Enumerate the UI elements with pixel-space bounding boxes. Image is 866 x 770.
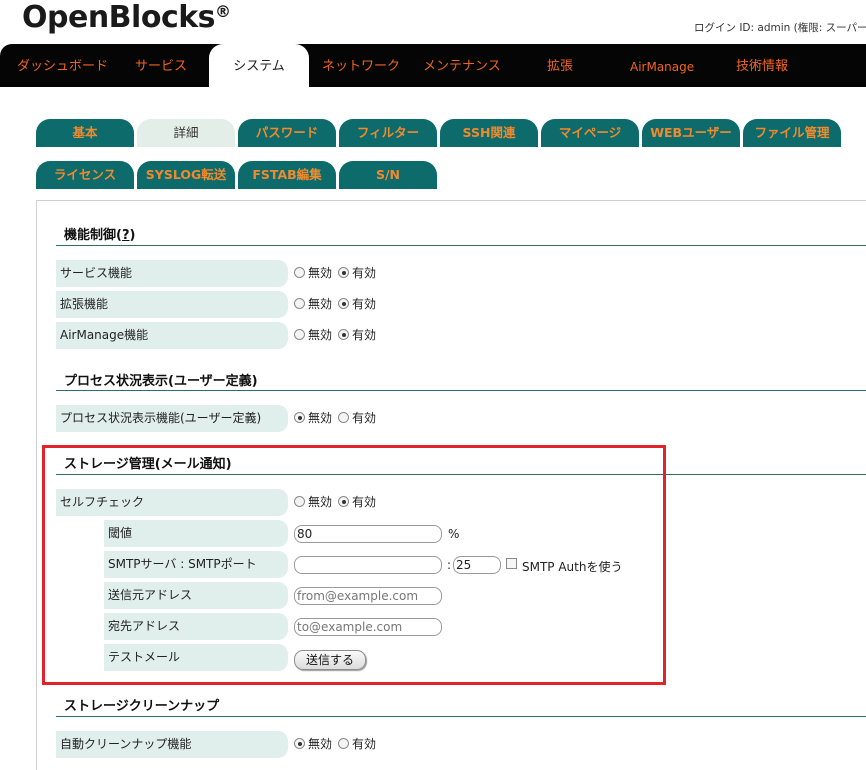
tab-mypage[interactable]: マイページ [541,119,639,147]
section-divider [56,474,866,475]
section-divider [56,390,866,391]
service-function-radios: 無効 有効 [294,266,382,280]
tab-fstab[interactable]: FSTAB編集 [238,161,336,189]
threshold-unit: % [448,527,460,541]
extension-function-on-radio[interactable] [338,298,350,309]
nav-maintenance[interactable]: メンテナンス [423,44,501,87]
extension-function-off-radio[interactable] [294,298,305,309]
top-navigation: ダッシュボード サービス システム ネットワーク メンテナンス 拡張 AirMa… [0,44,866,88]
auto-cleanup-radios: 無効 有効 [294,737,382,751]
nav-network[interactable]: ネットワーク [322,44,400,87]
selfcheck-off-radio[interactable] [294,496,305,507]
tab-syslog[interactable]: SYSLOG転送 [137,161,235,189]
selfcheck-on-radio[interactable] [338,496,350,507]
section-title-storage-mail: ストレージ管理(メール通知) [64,457,232,472]
threshold-input[interactable] [294,525,442,543]
tab-license[interactable]: ライセンス [36,161,134,189]
airmanage-function-on-radio[interactable] [338,329,350,340]
service-function-label: サービス機能 [56,260,288,287]
selfcheck-radios: 無効 有効 [294,495,382,509]
to-address-input[interactable] [294,618,442,636]
process-status-off-radio[interactable] [294,412,305,423]
airmanage-function-off-radio[interactable] [294,329,305,340]
service-function-on-radio[interactable] [338,267,350,278]
test-mail-label: テストメール [104,644,288,671]
service-function-off-radio[interactable] [294,267,305,278]
section-divider [56,245,866,246]
auto-cleanup-off-radio[interactable] [294,738,305,749]
process-status-on-radio[interactable] [338,412,350,423]
smtp-server-input[interactable] [294,556,442,574]
nav-dashboard[interactable]: ダッシュボード [17,44,108,87]
section-title-feature-control: 機能制御(?) [64,228,136,243]
tab-detail[interactable]: 詳細 [137,119,235,147]
process-status-radios: 無効 有効 [294,411,382,425]
smtp-label: SMTPサーバ : SMTPポート [104,551,288,578]
extension-function-radios: 無効 有効 [294,297,382,311]
tab-ssh[interactable]: SSH関連 [440,119,538,147]
extension-function-label: 拡張機能 [56,291,288,318]
to-address-label: 宛先アドレス [104,613,288,640]
login-info: ログイン ID: admin (権限: スーパーユー [694,22,866,34]
nav-system[interactable]: システム [209,44,309,88]
tab-filter[interactable]: フィルター [339,119,437,147]
nav-service[interactable]: サービス [135,44,187,87]
smtp-port-input[interactable] [453,556,501,574]
smtp-auth-checkbox[interactable] [506,558,517,569]
tab-basic[interactable]: 基本 [36,119,134,147]
openblocks-logo: OpenBlocks® [22,0,231,35]
tab-web-user[interactable]: WEBユーザー [642,119,740,147]
threshold-label: 閾値 [104,520,288,547]
smtp-auth-label: SMTP Authを使う [522,560,623,574]
help-link[interactable]: ? [122,228,130,243]
auto-cleanup-label: 自動クリーンナップ機能 [56,731,288,758]
airmanage-function-label: AirManage機能 [56,322,288,349]
from-address-label: 送信元アドレス [104,582,288,609]
airmanage-function-radios: 無効 有効 [294,328,382,342]
auto-cleanup-on-radio[interactable] [338,738,350,749]
nav-airmanage[interactable]: AirManage [630,44,694,87]
tab-file-management[interactable]: ファイル管理 [743,119,841,147]
from-address-input[interactable] [294,587,442,605]
nav-extension[interactable]: 拡張 [547,44,573,87]
section-divider [56,716,866,717]
process-status-label: プロセス状況表示機能(ユーザー定義) [56,405,288,432]
tab-serial-number[interactable]: S/N [339,161,437,189]
tab-password[interactable]: パスワード [238,119,336,147]
section-title-process-status: プロセス状況表示(ユーザー定義) [64,374,258,389]
send-test-mail-button[interactable]: 送信する [294,650,366,670]
selfcheck-label: セルフチェック [56,489,288,516]
nav-tech-info[interactable]: 技術情報 [736,44,788,87]
smtp-separator: : [447,558,452,572]
section-title-storage-cleanup: ストレージクリーンナップ [64,699,220,714]
